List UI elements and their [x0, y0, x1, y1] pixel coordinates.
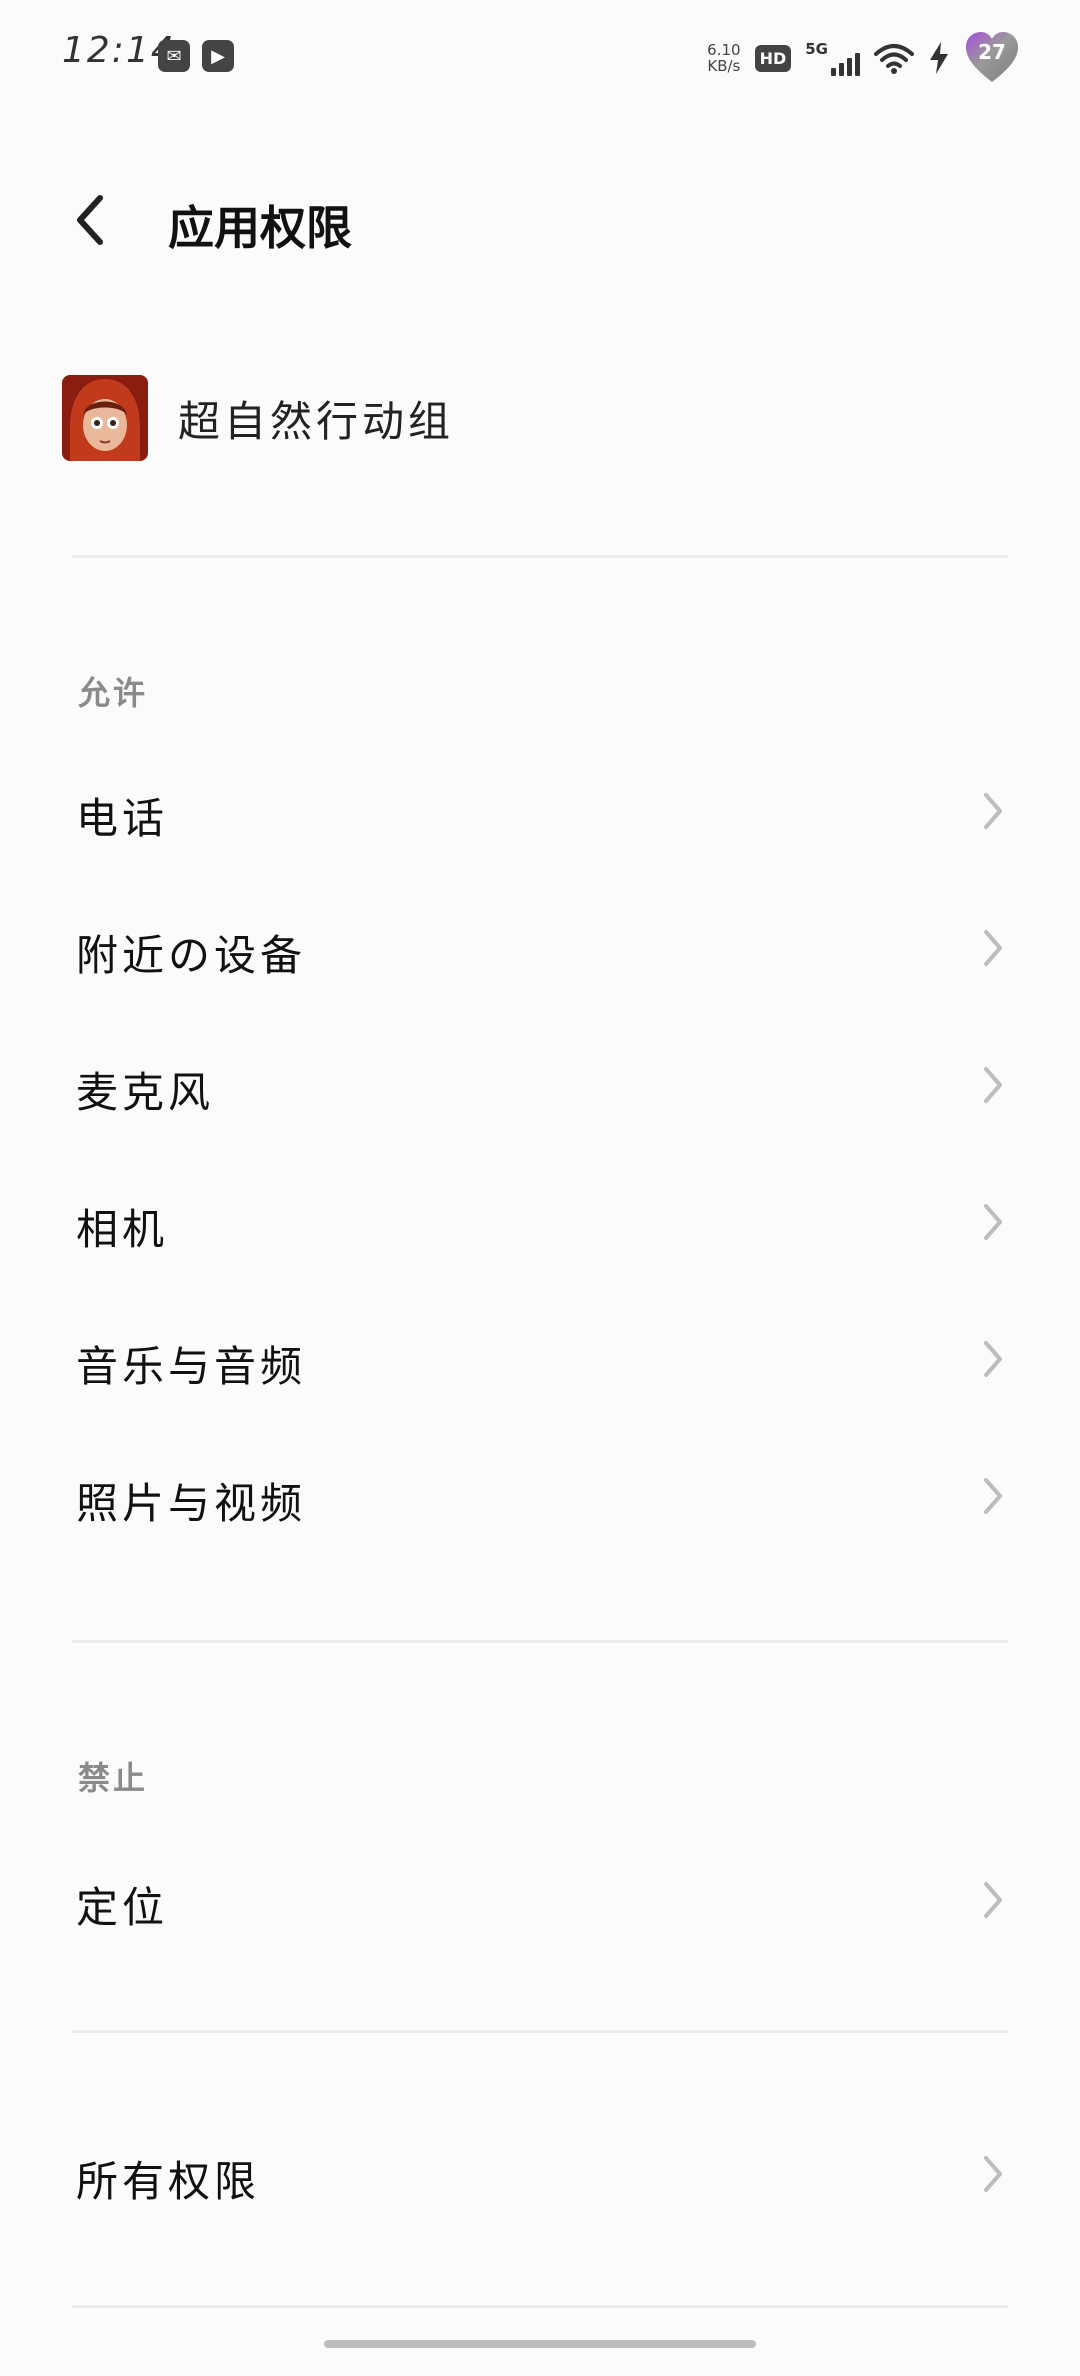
- divider: [72, 2030, 1008, 2033]
- permission-label: 电话: [76, 794, 169, 843]
- app-icon: [62, 375, 148, 461]
- signal-bar: [855, 53, 860, 76]
- permission-item-microphone[interactable]: 麦克风: [0, 1025, 1080, 1145]
- section-label-denied: 禁止: [78, 1759, 149, 1797]
- permission-item-nearby-devices[interactable]: 附近の设备: [0, 888, 1080, 1008]
- video-notification-icon: ▶: [202, 40, 234, 72]
- network-speed-unit: KB/s: [707, 57, 741, 75]
- home-indicator[interactable]: [324, 2340, 756, 2348]
- section-label-allowed: 允许: [78, 674, 149, 712]
- chevron-right-icon: [984, 1341, 1002, 1377]
- permission-item-music-audio[interactable]: 音乐与音频: [0, 1299, 1080, 1419]
- permission-item-location[interactable]: 定位: [0, 1840, 1080, 1960]
- mail-notification-icon: ✉: [158, 40, 190, 72]
- permission-label: 音乐与音频: [76, 1342, 307, 1391]
- permission-label: 相机: [76, 1205, 169, 1254]
- divider: [72, 2305, 1008, 2308]
- network-type-label: 5G: [805, 40, 828, 58]
- divider: [72, 1640, 1008, 1643]
- permission-item-camera[interactable]: 相机: [0, 1162, 1080, 1282]
- network-speed: 6.10 KB/s: [707, 42, 740, 74]
- battery-icon: 27: [964, 30, 1020, 86]
- permission-label: 照片与视频: [76, 1479, 307, 1528]
- wifi-icon: [874, 44, 914, 74]
- signal-bar: [847, 58, 852, 76]
- app-name: 超自然行动组: [178, 396, 455, 446]
- divider: [72, 555, 1008, 558]
- permission-label: 定位: [76, 1883, 169, 1932]
- permission-label: 麦克风: [76, 1068, 215, 1117]
- back-arrow-icon: [77, 195, 103, 245]
- charging-icon: [930, 42, 948, 74]
- chevron-right-icon: [984, 1067, 1002, 1103]
- chevron-right-icon: [984, 1478, 1002, 1514]
- header: 应用权限: [0, 170, 1080, 270]
- chevron-right-icon: [984, 1204, 1002, 1240]
- back-button[interactable]: [60, 190, 120, 250]
- signal-bar: [831, 68, 836, 76]
- battery-level: 27: [978, 40, 1006, 64]
- permission-label: 附近の设备: [76, 931, 307, 980]
- hd-voice-icon: HD: [754, 44, 792, 72]
- chevron-right-icon: [984, 793, 1002, 829]
- chevron-right-icon: [984, 1882, 1002, 1918]
- status-bar: 12:14 ✉ ▶ 6.10 KB/s HD 5G 27: [0, 0, 1080, 115]
- page-title: 应用权限: [168, 201, 352, 255]
- app-info: 超自然行动组: [62, 375, 454, 461]
- chevron-right-icon: [984, 930, 1002, 966]
- status-indicators: 6.10 KB/s HD 5G 27: [707, 30, 1020, 86]
- permission-label: 所有权限: [76, 2157, 261, 2206]
- all-permissions-item[interactable]: 所有权限: [0, 2114, 1080, 2234]
- chevron-right-icon: [984, 2156, 1002, 2192]
- network-speed-value: 6.10: [707, 41, 741, 59]
- permission-item-phone[interactable]: 电话: [0, 751, 1080, 871]
- cellular-signal-icon: 5G: [805, 40, 860, 76]
- signal-bar: [839, 63, 844, 76]
- permission-item-photos-videos[interactable]: 照片与视频: [0, 1436, 1080, 1556]
